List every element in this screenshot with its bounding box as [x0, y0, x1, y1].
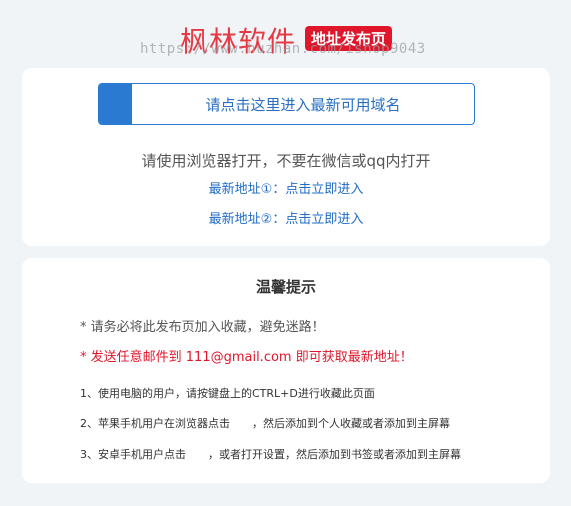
button-accent-bar: [99, 84, 132, 124]
step-android: 3、安卓手机用户点击 ，或者打开设置，然后添加到书签或者添加到主屏幕: [80, 448, 461, 461]
notice-title: 温馨提示: [255, 278, 316, 296]
notice-card: 温馨提示 * 请务必将此发布页加入收藏，避免迷路！ * 发送任意邮件到 111@…: [22, 258, 550, 483]
access-card: 请点击这里进入最新可用域名 请使用浏览器打开，不要在微信或qq内打开 最新地址①…: [22, 68, 550, 246]
url-watermark: https://www.huzhan.com/ishop9043: [140, 41, 426, 57]
bookmark-note: * 请务必将此发布页加入收藏，避免迷路！: [80, 320, 325, 335]
latest-address-link-1[interactable]: 最新地址①：点击立即进入: [22, 178, 550, 197]
step-iphone: 2、苹果手机用户在浏览器点击 ，然后添加到个人收藏或者添加到主屏幕: [80, 417, 450, 430]
email-note: * 发送任意邮件到 111@gmail.com 即可获取最新地址！: [80, 350, 413, 365]
step-desktop: 1、使用电脑的用户，请按键盘上的CTRL+D进行收藏此页面: [80, 387, 375, 400]
page-header: 枫林软件 地址发布页 https://www.huzhan.com/ishop9…: [0, 0, 571, 66]
browser-tip: 请使用浏览器打开，不要在微信或qq内打开: [141, 152, 431, 170]
latest-address-link-2[interactable]: 最新地址②：点击立即进入: [22, 208, 550, 227]
enter-latest-domain-button[interactable]: 请点击这里进入最新可用域名: [98, 83, 475, 125]
enter-latest-domain-label: 请点击这里进入最新可用域名: [205, 95, 401, 114]
